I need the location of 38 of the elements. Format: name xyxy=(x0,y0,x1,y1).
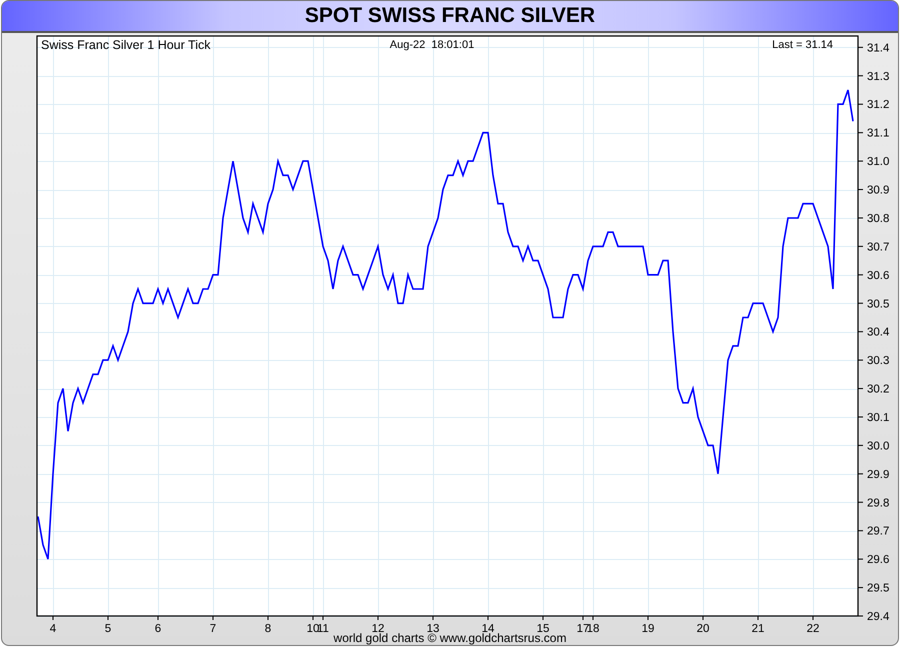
y-axis-label: 31.0 xyxy=(867,156,890,168)
y-axis-label: 30.4 xyxy=(867,326,890,339)
y-axis-label: 31.2 xyxy=(867,99,890,112)
y-axis-label: 31.4 xyxy=(867,42,890,54)
x-axis-label: 8 xyxy=(264,623,272,635)
y-axis-label: 30.7 xyxy=(867,241,890,254)
x-axis-label: 10 xyxy=(306,623,320,635)
y-axis-label: 29.5 xyxy=(867,582,890,595)
x-axis-label: 7 xyxy=(210,623,216,635)
x-axis-label: 6 xyxy=(154,623,162,635)
chart-title: SPOT SWISS FRANC SILVER xyxy=(2,1,898,33)
last-price: Last = 31.14 xyxy=(772,39,833,51)
y-axis-label: 30.8 xyxy=(867,212,890,225)
y-axis-label: 30.1 xyxy=(867,412,890,424)
x-axis-label: 19 xyxy=(642,623,654,635)
x-axis-label: 22 xyxy=(806,623,820,635)
y-axis-label: 29.6 xyxy=(867,554,890,566)
y-axis-label: 30.5 xyxy=(867,298,890,310)
y-axis-label: 30.6 xyxy=(867,270,890,282)
y-axis-label: 31.1 xyxy=(867,128,890,140)
y-axis-label: 30.0 xyxy=(867,440,890,452)
y-axis-label: 30.3 xyxy=(867,355,890,368)
y-axis-label: 31.3 xyxy=(867,70,890,83)
x-axis-label: 21 xyxy=(752,623,764,635)
x-axis-label: 18 xyxy=(586,623,600,635)
chart-subtitle: Swiss Franc Silver 1 Hour Tick xyxy=(41,38,210,52)
x-axis-label: 4 xyxy=(50,623,56,635)
x-axis-label: 20 xyxy=(696,623,710,635)
y-axis-label: 29.8 xyxy=(867,497,890,510)
timestamp: Aug-22 18:01:01 xyxy=(390,39,474,51)
x-axis-label: 11 xyxy=(317,623,329,635)
x-axis-label: 5 xyxy=(104,623,112,635)
y-axis-label: 29.4 xyxy=(867,611,890,623)
y-axis-label: 30.9 xyxy=(867,184,890,197)
y-axis-label: 30.2 xyxy=(867,384,890,396)
y-axis-label: 29.7 xyxy=(867,526,890,538)
y-axis-label: 29.9 xyxy=(867,468,890,481)
x-axis-label: 17 xyxy=(576,623,590,635)
